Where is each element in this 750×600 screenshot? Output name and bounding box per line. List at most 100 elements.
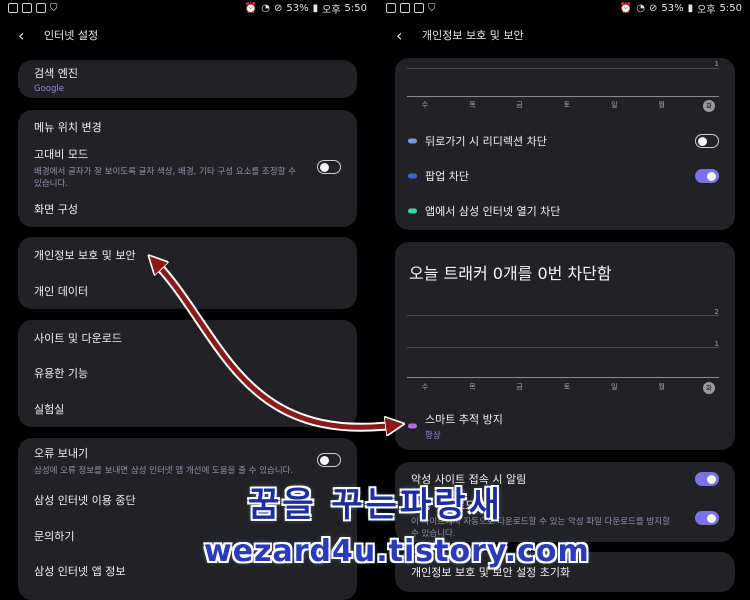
error-report-toggle[interactable]	[317, 453, 341, 467]
app-open-block-item[interactable]: 앱에서 삼성 인터넷 열기 차단	[395, 194, 735, 228]
alarm-icon: ⏰	[619, 2, 633, 14]
day-label: 금	[516, 383, 523, 391]
toggle-knob	[319, 162, 329, 172]
privacy-label: 개인정보 보호 및 보안	[34, 249, 136, 262]
search-engine-item[interactable]: 검색 엔진 Google	[18, 60, 357, 98]
app-open-block-label: 앱에서 삼성 인터넷 열기 차단	[425, 205, 561, 218]
clock: 5:50	[344, 2, 367, 14]
page-title: 개인정보 보호 및 보안	[422, 29, 524, 42]
day-label: 토	[563, 383, 571, 391]
notification-icon	[414, 2, 424, 13]
toggle-knob	[707, 513, 716, 523]
toggle-knob	[697, 136, 707, 146]
high-contrast-description: 배경에서 글자가 잘 보이도록 글자 색상, 배경, 기타 구성 요소를 조정할…	[34, 166, 296, 189]
labs-item[interactable]: 실험실	[18, 391, 357, 427]
popup-chart-card: 1 수 목 금 토 일 월 화 뒤로가기 시 리디렉션 차단 팝업 차단 앱에서…	[395, 58, 735, 230]
sites-downloads-item[interactable]: 사이트 및 다운로드	[18, 320, 357, 355]
notification-icon	[36, 2, 46, 13]
menu-position-label: 메뉴 위치 변경	[34, 121, 102, 134]
page-title: 인터넷 설정	[44, 29, 99, 42]
day-label: 수	[421, 383, 429, 391]
smart-tracking-value: 항상	[425, 431, 441, 441]
privacy-item[interactable]: 개인정보 보호 및 보안	[18, 237, 357, 273]
shield-icon: ⛉	[50, 2, 58, 14]
tracker-title: 오늘 트래커 0개를 0번 차단함	[409, 264, 612, 283]
mute-icon: ⊘	[273, 2, 283, 14]
day-label-today: 화	[702, 382, 715, 394]
notification-icons: ⛉	[8, 2, 58, 14]
auto-download-block-toggle[interactable]	[695, 511, 719, 525]
error-report-description: 삼성에 오류 정보를 보내면 삼성 인터넷 앱 개선에 도움을 줄 수 있습니다…	[34, 465, 294, 476]
useful-features-label: 유용한 기능	[34, 367, 89, 380]
smart-tracking-label: 스마트 추적 방지	[425, 413, 503, 426]
menu-position-item[interactable]: 메뉴 위치 변경	[18, 110, 357, 144]
watermark-title: 꿈을 꾸는파랑새	[248, 485, 503, 525]
popup-block-label: 팝업 차단	[425, 170, 469, 183]
day-label: 목	[469, 101, 476, 109]
mute-icon: ⊘	[648, 2, 658, 14]
legend-dot	[408, 173, 417, 179]
gridline	[407, 68, 719, 69]
layout-label: 화면 구성	[34, 202, 78, 216]
battery-icon: ▮	[687, 2, 694, 14]
labs-label: 실험실	[34, 403, 65, 416]
notification-icon	[8, 2, 18, 13]
high-contrast-toggle[interactable]	[317, 160, 341, 174]
ampm: 오후	[322, 4, 341, 16]
gridline	[407, 347, 719, 348]
legend-dot	[408, 138, 417, 144]
toggle-knob	[319, 455, 329, 465]
search-engine-label: 검색 엔진	[34, 66, 78, 80]
clock: 5:50	[719, 2, 742, 14]
notification-icon	[400, 2, 410, 13]
malicious-alert-toggle[interactable]	[695, 472, 719, 486]
redirect-block-label: 뒤로가기 시 리디렉션 차단	[425, 135, 547, 148]
status-bar: ⛉ ⏰ ◔ ⊘ 53% ▮ 오후 5:50	[0, 0, 375, 16]
day-label: 월	[658, 101, 665, 109]
legend-dot	[408, 208, 417, 214]
baseline	[407, 377, 719, 378]
shield-icon: ⛉	[428, 2, 436, 14]
status-right: ⏰ ◔ ⊘ 53% ▮ 오후 5:50	[620, 1, 742, 16]
search-engine-value: Google	[34, 83, 64, 94]
back-icon[interactable]: ‹	[18, 26, 30, 45]
toggle-knob	[707, 474, 716, 484]
useful-features-item[interactable]: 유용한 기능	[18, 355, 357, 391]
app-bar: ‹ 인터넷 설정	[0, 16, 375, 54]
tracker-card: 오늘 트래커 0개를 0번 차단함 2 1 수 목 금 토 일 월 화 스마트 …	[395, 242, 735, 450]
battery-percent: 53%	[661, 2, 684, 14]
features-card: 사이트 및 다운로드 유용한 기능 실험실	[18, 320, 357, 427]
redirect-block-toggle[interactable]	[695, 134, 719, 148]
smart-tracking-item[interactable]: 스마트 추적 방지 항상	[395, 406, 735, 446]
battery-percent: 53%	[286, 2, 309, 14]
redirect-block-item[interactable]: 뒤로가기 시 리디렉션 차단	[395, 124, 735, 158]
status-bar: ⛉ ⏰ ◔ ⊘ 53% ▮ 오후 5:50	[378, 0, 750, 16]
ampm: 오후	[697, 4, 716, 16]
legend-dot	[408, 423, 417, 429]
day-label: 일	[611, 101, 618, 109]
layout-item[interactable]: 화면 구성	[18, 190, 357, 227]
high-contrast-label: 고대비 모드	[34, 147, 89, 161]
wifi-icon: ◔	[261, 2, 270, 14]
gridline	[407, 315, 719, 316]
personal-data-item[interactable]: 개인 데이터	[18, 273, 357, 309]
popup-block-item[interactable]: 팝업 차단	[395, 158, 735, 194]
error-report-label: 오류 보내기	[34, 446, 89, 460]
popup-block-toggle[interactable]	[695, 169, 719, 183]
high-contrast-item[interactable]: 고대비 모드 배경에서 글자가 잘 보이도록 글자 색상, 배경, 기타 구성 …	[18, 144, 357, 190]
notification-icon	[386, 2, 396, 13]
day-label: 목	[469, 383, 476, 391]
toggle-knob	[707, 171, 716, 181]
chart-top-value: 1	[714, 60, 719, 68]
day-label: 월	[658, 383, 665, 391]
error-report-item[interactable]: 오류 보내기 삼성에 오류 정보를 보내면 삼성 인터넷 앱 개선에 도움을 줄…	[18, 438, 357, 482]
privacy-card: 개인정보 보호 및 보안 개인 데이터	[18, 237, 357, 309]
back-icon[interactable]: ‹	[396, 26, 408, 45]
watermark-url: wezard4u.tistory.com	[204, 534, 590, 569]
notification-icons: ⛉	[386, 2, 436, 14]
app-bar: ‹ 개인정보 보호 및 보안	[378, 16, 750, 54]
baseline	[407, 96, 719, 97]
sites-downloads-label: 사이트 및 다운로드	[34, 331, 122, 345]
day-label: 수	[421, 101, 429, 109]
personal-data-label: 개인 데이터	[34, 285, 89, 298]
